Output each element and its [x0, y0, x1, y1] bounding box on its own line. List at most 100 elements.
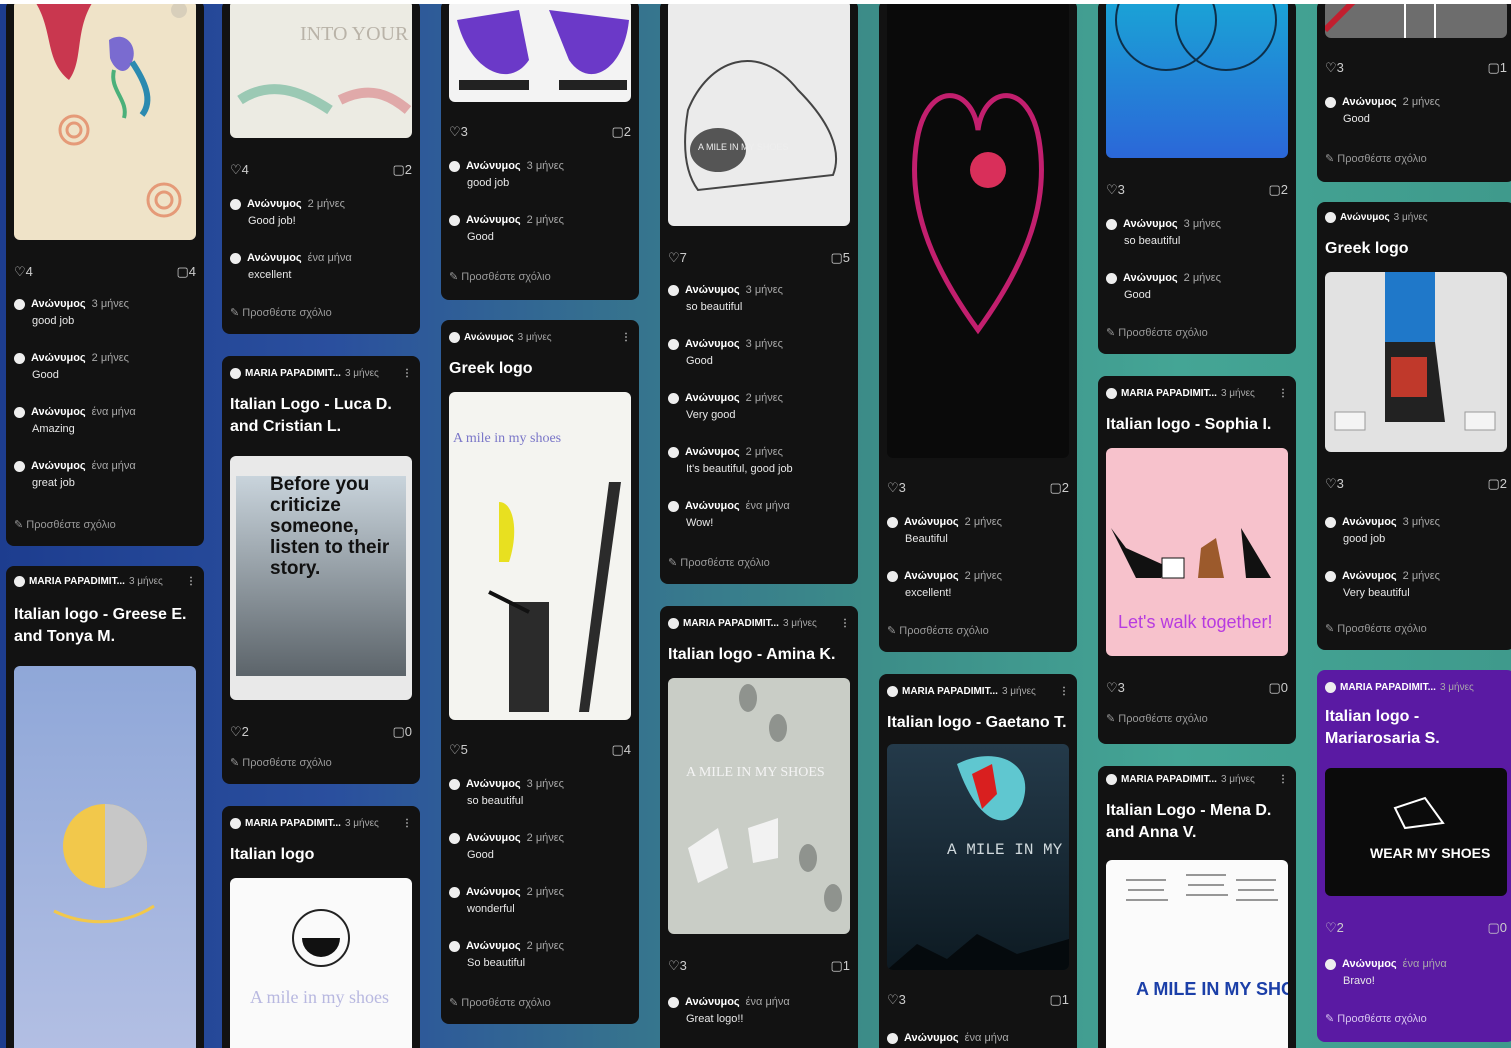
sneaker-sketch: A MILE IN MY SHOES — [684, 60, 838, 192]
svg-text:A MILE IN MY SHOES: A MILE IN MY SHOES — [686, 765, 825, 780]
add-comment-link[interactable]: ✎ Προσθέστε σχόλιο — [887, 624, 989, 637]
post-image[interactable]: A mile in my shoes — [230, 878, 412, 1048]
comment-count[interactable]: ▢4 — [176, 264, 196, 280]
like-button[interactable]: ♡5 — [449, 742, 468, 758]
like-button[interactable]: ♡3 — [1325, 60, 1344, 76]
post-image[interactable] — [14, 666, 196, 1048]
post-image[interactable]: A MILE IN MY SHOES — [887, 744, 1069, 970]
comment: Ανώνυμος ένα μήνα — [887, 1030, 1069, 1047]
post-image[interactable]: A MILE IN MY SHOES — [668, 0, 850, 226]
post-image[interactable] — [449, 0, 631, 102]
vertical-dots-icon[interactable]: ⋮ — [621, 332, 631, 343]
add-comment-link[interactable]: ✎ Προσθέστε σχόλιο — [1106, 326, 1208, 339]
comment-count[interactable]: ▢1 — [830, 958, 850, 974]
add-comment-link[interactable]: ✎ Προσθέστε σχόλιο — [1325, 1012, 1427, 1025]
post-stats: ♡3 ▢0 — [1106, 680, 1288, 696]
post-image[interactable]: A MILE IN MY SHOES — [668, 678, 850, 934]
user-avatar-icon — [230, 368, 241, 379]
like-button[interactable]: ♡3 — [449, 124, 468, 140]
like-button[interactable]: ♡3 — [1106, 680, 1125, 696]
comment-count[interactable]: ▢2 — [392, 162, 412, 178]
user-avatar-icon — [449, 161, 460, 172]
post-card[interactable]: ♡3 ▢1 Ανώνυμος 2 μήνες Good ✎ Προσθέστε σ… — [1317, 0, 1511, 182]
vertical-dots-icon[interactable]: ⋮ — [186, 576, 196, 587]
post-card[interactable]: A MILE IN MY SHOES ♡7 ▢5 Ανώνυμος 3 μήνες… — [660, 0, 858, 584]
vertical-dots-icon[interactable]: ⋮ — [1278, 388, 1288, 399]
post-image[interactable] — [1106, 0, 1288, 158]
post-card[interactable]: MARIA PAPADIMIT... 3 μήνες ⋮ Italian logo… — [6, 566, 204, 1048]
add-comment-link[interactable]: ✎ Προσθέστε σχόλιο — [449, 996, 551, 1009]
comment-count[interactable]: ▢2 — [1049, 480, 1069, 496]
user-avatar-icon — [449, 332, 460, 343]
user-avatar-icon — [449, 215, 460, 226]
add-comment-link[interactable]: ✎ Προσθέστε σχόλιο — [230, 306, 332, 319]
post-card[interactable]: MARIA PAPADIMIT... 3 μήνες Italian logo -… — [1317, 670, 1511, 1042]
comment-count[interactable]: ▢0 — [392, 724, 412, 740]
comment: Ανώνυμος ένα μήνα Amazing — [14, 404, 196, 438]
add-comment-link[interactable]: ✎ Προσθέστε σχόλιο — [230, 756, 332, 769]
comment-count[interactable]: ▢1 — [1487, 60, 1507, 76]
comment-count[interactable]: ▢0 — [1487, 920, 1507, 936]
comment-count[interactable]: ▢5 — [830, 250, 850, 266]
post-image[interactable]: Before you criticize someone, listen to … — [230, 456, 412, 700]
comment-count[interactable]: ▢2 — [1487, 476, 1507, 492]
like-button[interactable]: ♡3 — [887, 480, 906, 496]
post-stats: ♡2 ▢0 — [230, 724, 412, 740]
post-image[interactable]: WEAR MY SHOES — [1325, 768, 1507, 896]
post-image[interactable]: A MILE IN MY SHOES — [1106, 860, 1288, 1048]
post-title: Italian Logo - Luca D. and Cristian L. — [230, 396, 392, 435]
user-avatar-icon — [449, 779, 460, 790]
bird-drawing — [34, 0, 187, 218]
like-button[interactable]: ♡3 — [887, 992, 906, 1008]
like-button[interactable]: ♡3 — [668, 958, 687, 974]
like-button[interactable]: ♡3 — [1325, 476, 1344, 492]
post-card[interactable]: MARIA PAPADIMIT... 3 μήνες ⋮ Italian logo… — [222, 806, 420, 1048]
post-card[interactable]: ♡3 ▢2 Ανώνυμος 3 μήνες so beautiful Ανώνυ… — [1098, 0, 1296, 354]
post-image[interactable]: INTO YOUR SHOES — [230, 0, 412, 138]
post-image[interactable]: Let's walk together! — [1106, 448, 1288, 656]
add-comment-link[interactable]: ✎ Προσθέστε σχόλιο — [668, 556, 770, 569]
add-comment-link[interactable]: ✎ Προσθέστε σχόλιο — [1325, 622, 1427, 635]
comment-count[interactable]: ▢2 — [611, 124, 631, 140]
like-button[interactable]: ♡7 — [668, 250, 687, 266]
add-comment-link[interactable]: ✎ Προσθέστε σχόλιο — [14, 518, 116, 531]
like-button[interactable]: ♡4 — [230, 162, 249, 178]
post-stats: ♡3 ▢1 — [1325, 60, 1507, 76]
add-comment-link[interactable]: ✎ Προσθέστε σχόλιο — [1325, 152, 1427, 165]
vertical-dots-icon[interactable]: ⋮ — [402, 368, 412, 379]
wear-my-shoes-logo: WEAR MY SHOES — [1370, 796, 1490, 861]
vertical-dots-icon[interactable]: ⋮ — [1059, 686, 1069, 697]
post-card[interactable]: Ανώνυμος 3 μήνες ⋮ Greek logo A mile in m… — [441, 320, 639, 1024]
post-card[interactable]: MARIA PAPADIMIT... 3 μήνες ⋮ Italian logo… — [660, 606, 858, 1048]
like-button[interactable]: ♡3 — [1106, 182, 1125, 198]
post-image[interactable] — [1325, 0, 1507, 38]
vertical-dots-icon[interactable]: ⋮ — [402, 818, 412, 829]
post-card[interactable]: MARIA PAPADIMIT... 3 μήνες ⋮ Italian Logo… — [222, 356, 420, 784]
post-card[interactable]: ♡4 ▢4 Ανώνυμος 3 μήνες good job Ανώνυμος 2… — [6, 0, 204, 546]
post-image[interactable] — [1325, 272, 1507, 452]
post-card[interactable]: MARIA PAPADIMIT... 3 μήνες ⋮ Italian Logo… — [1098, 766, 1296, 1048]
like-button[interactable]: ♡2 — [230, 724, 249, 740]
comment-count[interactable]: ▢0 — [1268, 680, 1288, 696]
post-image[interactable]: A mile in my shoes — [449, 392, 631, 720]
post-card[interactable]: MARIA PAPADIMIT... 3 μήνες ⋮ Italian logo… — [1098, 376, 1296, 744]
like-button[interactable]: ♡2 — [1325, 920, 1344, 936]
post-image[interactable] — [14, 0, 196, 240]
vertical-dots-icon[interactable]: ⋮ — [840, 618, 850, 629]
comment-count[interactable]: ▢2 — [1268, 182, 1288, 198]
vertical-dots-icon[interactable]: ⋮ — [1278, 774, 1288, 785]
add-comment-link[interactable]: ✎ Προσθέστε σχόλιο — [1106, 712, 1208, 725]
post-header: MARIA PAPADIMIT... 3 μήνες ⋮ — [230, 368, 412, 379]
add-comment-link[interactable]: ✎ Προσθέστε σχόλιο — [449, 270, 551, 283]
post-card[interactable]: Ανώνυμος 3 μήνες Greek logo ♡3 ▢2 Ανώνυμο… — [1317, 202, 1511, 650]
comment-count[interactable]: ▢4 — [611, 742, 631, 758]
post-card[interactable]: MARIA PAPADIMIT... 3 μήνες ⋮ Italian logo… — [879, 674, 1077, 1048]
comment-count[interactable]: ▢1 — [1049, 992, 1069, 1008]
user-avatar-icon — [1325, 517, 1336, 528]
comment: Ανώνυμος 2 μήνες Good — [14, 350, 196, 384]
post-card[interactable]: ♡3 ▢2 Ανώνυμος 3 μήνες good job Ανώνυμος 2… — [441, 0, 639, 300]
post-image[interactable] — [887, 0, 1069, 458]
post-card[interactable]: ♡3 ▢2 Ανώνυμος 2 μήνες Beautiful Ανώνυμος… — [879, 0, 1077, 652]
post-card[interactable]: INTO YOUR SHOES ♡4 ▢2 Ανώνυμος2 μήνες Go… — [222, 0, 420, 334]
like-button[interactable]: ♡4 — [14, 264, 33, 280]
